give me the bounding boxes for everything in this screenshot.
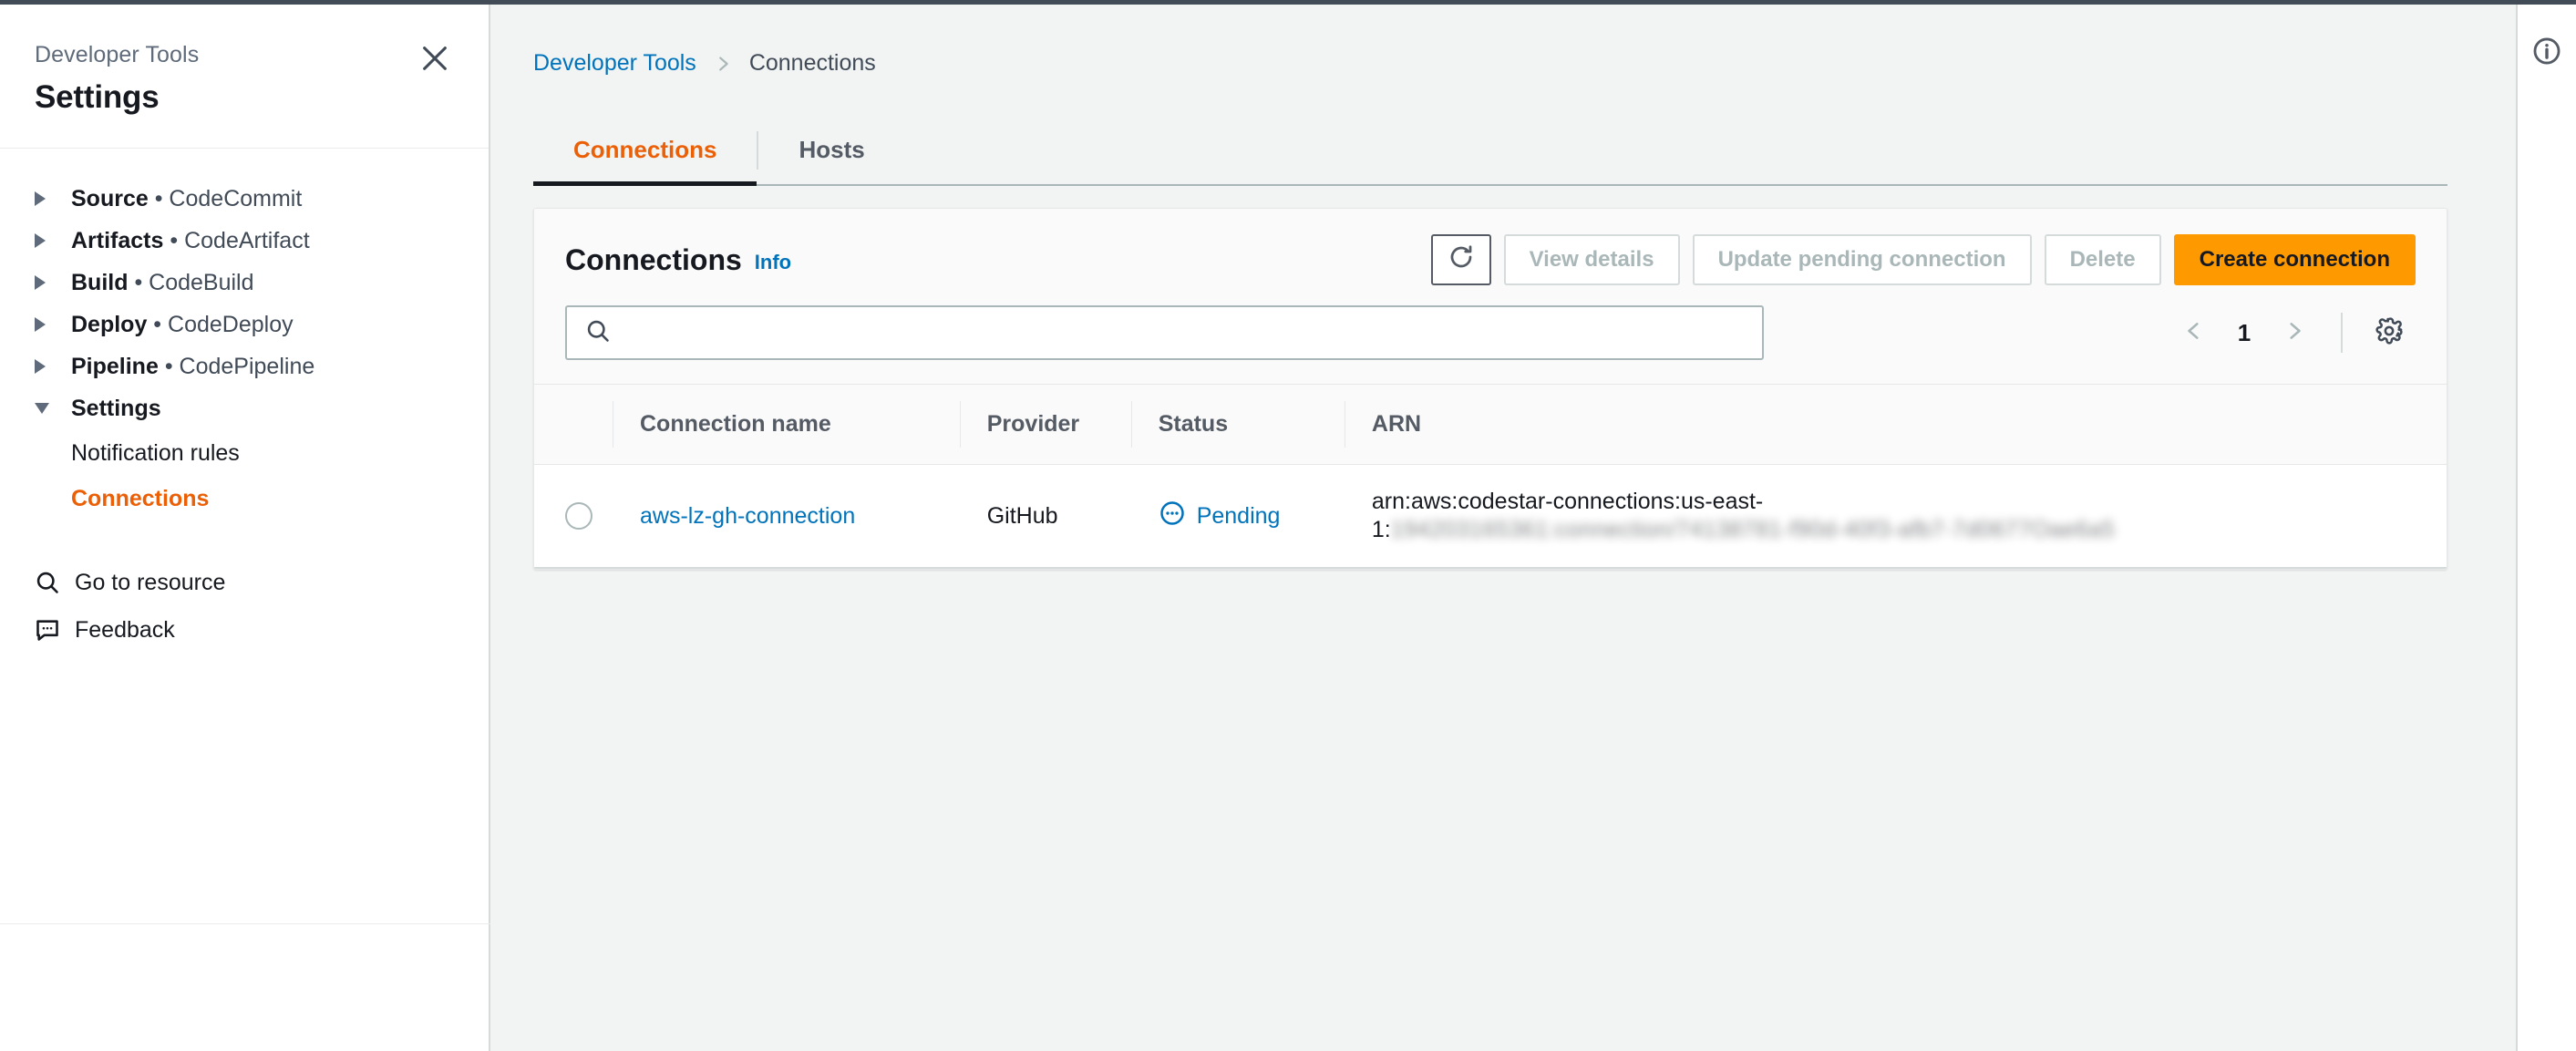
row-status-cell: Pending (1130, 464, 1345, 568)
feedback-button[interactable]: Feedback (0, 606, 489, 654)
sidebar-item-connections[interactable]: Connections (0, 475, 489, 520)
table-header-select (534, 385, 613, 465)
close-panel-button[interactable] (416, 39, 454, 77)
main-content: Developer Tools Connections Connections … (492, 5, 2516, 1051)
search-icon (585, 318, 611, 348)
row-connection-name-cell: aws-lz-gh-connection (613, 464, 960, 568)
table-header-status[interactable]: Status (1130, 385, 1345, 465)
pagination-page-1[interactable]: 1 (2226, 319, 2262, 347)
tab-connections[interactable]: Connections (533, 136, 757, 186)
sidebar-group-label: Pipeline • CodePipeline (71, 353, 315, 379)
table-header-row: Connection name Provider Status ARN (534, 384, 2447, 465)
search-icon (35, 570, 66, 595)
pagination-next-button[interactable] (2268, 306, 2321, 359)
table-header-provider[interactable]: Provider (959, 385, 1131, 465)
card-header: Connections Info View details Update pen… (534, 209, 2447, 384)
card-title: Connections (565, 242, 742, 276)
table-row[interactable]: aws-lz-gh-connection GitHub Pending arn:… (534, 464, 2447, 568)
refresh-button[interactable] (1430, 234, 1491, 285)
gear-icon (2375, 316, 2404, 350)
refresh-icon (1448, 243, 1475, 277)
right-panel (2516, 5, 2576, 1051)
arn-line-2: 1:194203165361:connection/74138781-f90d-… (1372, 517, 2447, 543)
sidebar-group-deploy[interactable]: Deploy • CodeDeploy (0, 304, 489, 345)
app-root: Developer Tools Settings Source • CodeCo… (0, 0, 2576, 1051)
sidebar-item-notification-rules[interactable]: Notification rules (0, 429, 489, 475)
search-input[interactable] (625, 320, 1744, 345)
table-header-connection-name[interactable]: Connection name (613, 385, 960, 465)
create-connection-button[interactable]: Create connection (2173, 234, 2416, 285)
pagination-divider (2341, 313, 2343, 353)
sidebar-group-source[interactable]: Source • CodeCommit (0, 178, 489, 220)
search-box[interactable] (565, 305, 1764, 360)
status-badge: Pending (1159, 500, 1345, 533)
update-pending-connection-button[interactable]: Update pending connection (1692, 234, 2032, 285)
chevron-left-icon (2182, 317, 2206, 349)
tab-bar: Connections Hosts (533, 118, 2447, 186)
sidebar-divider (0, 923, 490, 924)
arn-redacted-text: 194203165361:connection/74138781-f90d-40… (1390, 517, 2116, 542)
sidebar-group-build[interactable]: Build • CodeBuild (0, 262, 489, 304)
help-info-button[interactable] (2526, 32, 2568, 74)
tab-hosts[interactable]: Hosts (758, 136, 904, 184)
connections-table: Connection name Provider Status ARN aws-… (534, 384, 2447, 569)
chevron-right-icon (35, 275, 58, 290)
go-to-resource-button[interactable]: Go to resource (0, 559, 489, 606)
close-icon (419, 43, 450, 74)
sidebar-group-pipeline[interactable]: Pipeline • CodePipeline (0, 345, 489, 387)
go-to-resource-label: Go to resource (75, 569, 226, 595)
sidebar-eyebrow: Developer Tools (35, 42, 200, 67)
info-circle-icon (2531, 36, 2562, 71)
search-row: 1 (565, 305, 2416, 360)
pending-icon (1159, 500, 1186, 533)
breadcrumb-current-connections: Connections (748, 50, 876, 76)
table-preferences-button[interactable] (2363, 306, 2416, 359)
breadcrumb-link-developer-tools[interactable]: Developer Tools (533, 50, 696, 77)
pagination-prev-button[interactable] (2168, 306, 2221, 359)
pagination: 1 (2168, 306, 2416, 359)
connection-name-link[interactable]: aws-lz-gh-connection (640, 503, 855, 529)
chevron-right-icon (35, 191, 58, 206)
connections-card: Connections Info View details Update pen… (533, 208, 2447, 570)
sidebar-nav: Source • CodeCommit Artifacts • CodeArti… (0, 149, 489, 654)
sidebar-group-label: Build • CodeBuild (71, 269, 254, 295)
table-header-arn[interactable]: ARN (1344, 385, 2447, 465)
sidebar-group-label: Settings (71, 395, 161, 421)
sidebar-title: Settings (35, 79, 160, 115)
sidebar-group-label: Source • CodeCommit (71, 185, 303, 211)
row-arn-cell: arn:aws:codestar-connections:us-east- 1:… (1344, 464, 2447, 568)
card-actions: View details Update pending connection D… (1430, 234, 2416, 285)
status-label: Pending (1196, 502, 1281, 529)
table-body: aws-lz-gh-connection GitHub Pending arn:… (534, 464, 2447, 568)
sidebar-group-label: Artifacts • CodeArtifact (71, 227, 310, 253)
feedback-label: Feedback (75, 616, 175, 643)
sidebar-header: Developer Tools Settings (0, 5, 489, 149)
breadcrumb: Developer Tools Connections (492, 5, 2516, 77)
chevron-right-icon (713, 52, 733, 76)
row-radio-button[interactable] (565, 502, 592, 530)
sidebar-group-settings[interactable]: Settings (0, 387, 489, 429)
view-details-button[interactable]: View details (1503, 234, 1680, 285)
sidebar-group-artifacts[interactable]: Artifacts • CodeArtifact (0, 220, 489, 262)
card-header-row: Connections Info View details Update pen… (565, 234, 2416, 285)
sidebar-group-label: Deploy • CodeDeploy (71, 311, 294, 337)
info-link[interactable]: Info (755, 251, 791, 274)
chevron-right-icon (35, 317, 58, 332)
sidebar: Developer Tools Settings Source • CodeCo… (0, 5, 490, 1051)
chevron-right-icon (35, 359, 58, 374)
arn-line-2-prefix: 1: (1371, 517, 1391, 542)
row-select-cell (534, 464, 613, 568)
feedback-icon (35, 617, 66, 643)
arn-line-1: arn:aws:codestar-connections:us-east- (1371, 489, 1764, 514)
table-head: Connection name Provider Status ARN (534, 384, 2447, 465)
row-provider-cell: GitHub (959, 464, 1131, 568)
sidebar-inner: Developer Tools Settings Source • CodeCo… (0, 5, 489, 923)
chevron-down-icon (35, 403, 58, 414)
chevron-right-icon (35, 233, 58, 248)
chevron-right-icon (2282, 317, 2306, 349)
delete-button[interactable]: Delete (2044, 234, 2161, 285)
